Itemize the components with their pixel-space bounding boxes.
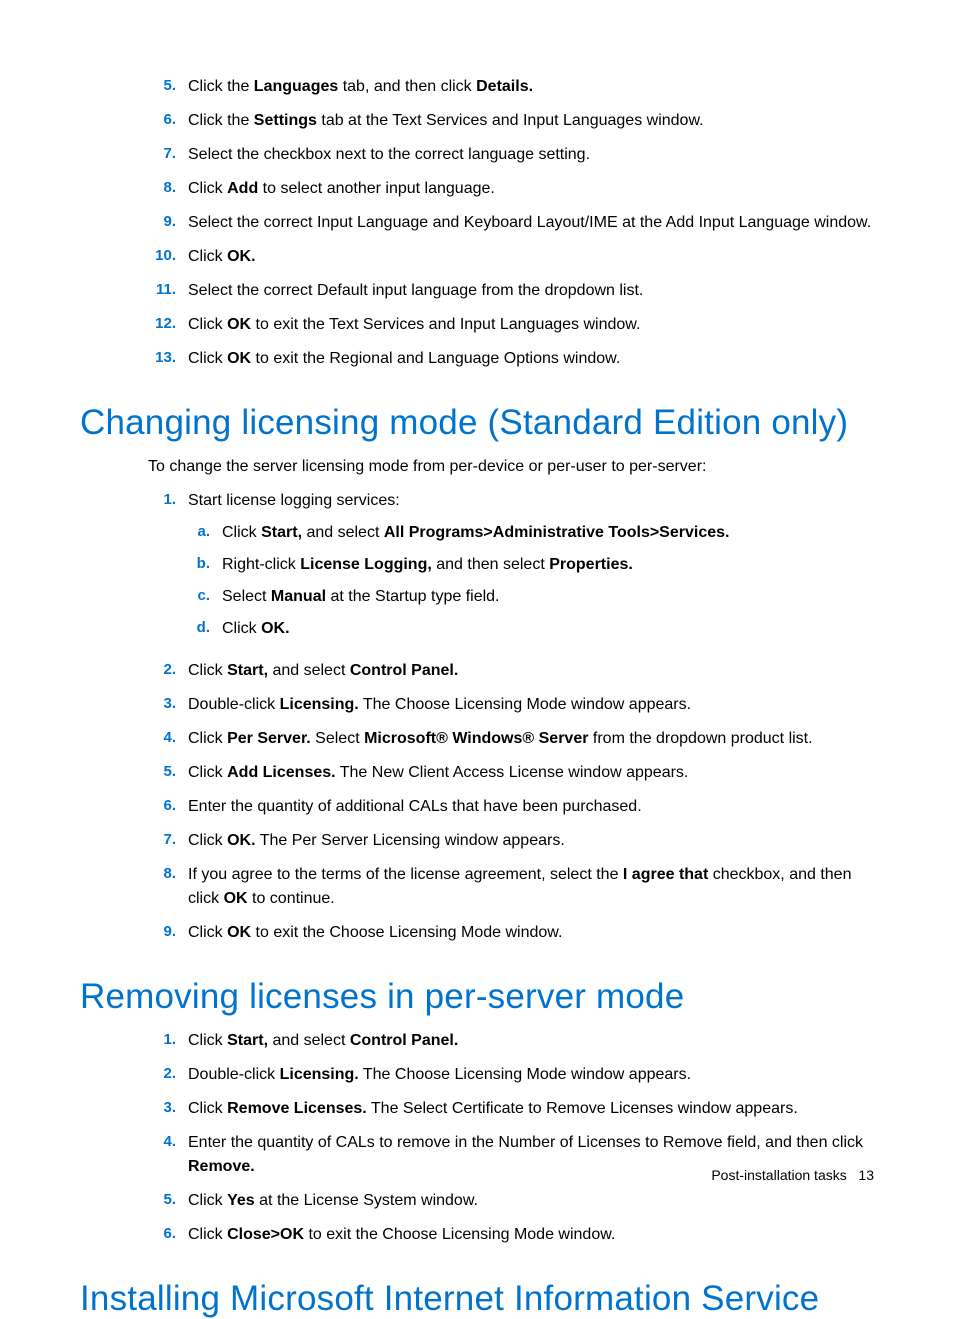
list-marker: 6.	[148, 109, 176, 132]
list-marker: b.	[188, 553, 210, 576]
list-item-text: Click Per Server. Select Microsoft® Wind…	[188, 730, 813, 747]
list-item-text: Click OK to exit the Regional and Langua…	[188, 350, 620, 367]
list-item: 3. Double-click Licensing. The Choose Lic…	[148, 693, 874, 727]
list-item-text: Double-click Licensing. The Choose Licen…	[188, 696, 691, 713]
list-marker: 1.	[148, 489, 176, 512]
list-marker: 7.	[148, 829, 176, 852]
list-item-text: Start license logging services:	[188, 492, 400, 509]
list-marker: 3.	[148, 693, 176, 716]
list-item: 6.Click Close>OK to exit the Choose Lice…	[148, 1223, 874, 1257]
list-marker: 8.	[148, 177, 176, 200]
list-marker: 6.	[148, 795, 176, 818]
list-item-text: If you agree to the terms of the license…	[188, 866, 851, 907]
list-item-text: Click OK.	[222, 620, 290, 637]
list-item-text: Click Remove Licenses. The Select Certif…	[188, 1100, 798, 1117]
list-marker: 12.	[148, 313, 176, 336]
sub-step-list: a. Click Start, and select All Programs>A…	[188, 521, 874, 649]
list-item: 1. Start license logging services: a. Click…	[148, 489, 874, 659]
list-item: 9. Click OK to exit the Choose Licensing …	[148, 921, 874, 955]
list-item: a. Click Start, and select All Programs>A…	[188, 521, 874, 553]
list-marker: 5.	[148, 1189, 176, 1212]
heading-removing-licenses: Removing licenses in per-server mode	[80, 977, 874, 1017]
list-item: 5. Click the Languages tab, and then clic…	[148, 75, 874, 109]
list-marker: 4.	[148, 727, 176, 750]
list-marker: a.	[188, 521, 210, 544]
list-item: 10. Click OK.	[148, 245, 874, 279]
list-marker: 6.	[148, 1223, 176, 1246]
list-item-text: Click Add to select another input langua…	[188, 180, 495, 197]
list-item-text: Click Start, and select Control Panel.	[188, 1032, 458, 1049]
list-item: 13. Click OK to exit the Regional and Lan…	[148, 347, 874, 381]
list-item: 6. Click the Settings tab at the Text Ser…	[148, 109, 874, 143]
list-marker: 10.	[148, 245, 176, 268]
list-item-text: Select the checkbox next to the correct …	[188, 146, 590, 163]
list-marker: c.	[188, 585, 210, 608]
list-item-text: Select the correct Input Language and Ke…	[188, 214, 871, 231]
list-item: c. Select Manual at the Startup type fiel…	[188, 585, 874, 617]
list-item: 3. Click Remove Licenses. The Select Cert…	[148, 1097, 874, 1131]
list-marker: 11.	[148, 279, 176, 302]
list-item: b. Right-click License Logging, and then …	[188, 553, 874, 585]
list-item: 5. Click Yes at the License System window…	[148, 1189, 874, 1223]
list-marker: 7.	[148, 143, 176, 166]
list-item-text: Click OK to exit the Choose Licensing Mo…	[188, 924, 562, 941]
footer-page-number: 13	[858, 1167, 874, 1183]
list-item-text: Double-click Licensing. The Choose Licen…	[188, 1066, 691, 1083]
list-marker: 5.	[148, 761, 176, 784]
list-item: 12. Click OK to exit the Text Services an…	[148, 313, 874, 347]
heading-changing-licensing: Changing licensing mode (Standard Editio…	[80, 403, 874, 443]
list-item-text: Click Start, and select Control Panel.	[188, 662, 458, 679]
list-item-text: Click the Languages tab, and then click …	[188, 78, 533, 95]
list-marker: 2.	[148, 659, 176, 682]
list-item: 7. Click OK. The Per Server Licensing win…	[148, 829, 874, 863]
list-item-text: Right-click License Logging, and then se…	[222, 556, 633, 573]
list-item: 8. If you agree to the terms of the licen…	[148, 863, 874, 921]
document-page: 5. Click the Languages tab, and then clic…	[0, 0, 954, 1235]
footer-label: Post-installation tasks	[711, 1167, 846, 1183]
list-item: 5. Click Add Licenses. The New Client Acc…	[148, 761, 874, 795]
list-item: 7. Select the checkbox next to the correc…	[148, 143, 874, 177]
list-marker: 9.	[148, 921, 176, 944]
list-item-text: Click Start, and select All Programs>Adm…	[222, 524, 729, 541]
intro-text: To change the server licensing mode from…	[148, 455, 874, 479]
list-marker: 2.	[148, 1063, 176, 1086]
list-item-text: Click OK to exit the Text Services and I…	[188, 316, 640, 333]
step-list-3: 1. Click Start, and select Control Panel.…	[148, 1029, 874, 1257]
list-marker: 13.	[148, 347, 176, 370]
list-item: d. Click OK.	[188, 617, 874, 649]
list-item-text: Select Manual at the Startup type field.	[222, 588, 499, 605]
list-item-text: Click Yes at the License System window.	[188, 1192, 478, 1209]
list-marker: 3.	[148, 1097, 176, 1120]
list-item-text: Click Add Licenses. The New Client Acces…	[188, 764, 688, 781]
list-marker: d.	[188, 617, 210, 640]
list-item-text: Click OK. The Per Server Licensing windo…	[188, 832, 565, 849]
list-item-text: Click OK.	[188, 248, 256, 265]
list-item: 2. Double-click Licensing. The Choose Lic…	[148, 1063, 874, 1097]
list-item: 4. Click Per Server. Select Microsoft® Wi…	[148, 727, 874, 761]
list-item: 6. Enter the quantity of additional CALs …	[148, 795, 874, 829]
list-item-text: Select the correct Default input languag…	[188, 282, 643, 299]
list-item: 11. Select the correct Default input lang…	[148, 279, 874, 313]
step-list-2: 1. Start license logging services: a. Click…	[148, 489, 874, 955]
list-item-text: Enter the quantity of additional CALs th…	[188, 798, 642, 815]
list-marker: 9.	[148, 211, 176, 234]
list-item-text: Click the Settings tab at the Text Servi…	[188, 112, 704, 129]
step-list-1: 5. Click the Languages tab, and then clic…	[148, 75, 874, 381]
list-item: 1. Click Start, and select Control Panel.	[148, 1029, 874, 1063]
heading-installing-iis: Installing Microsoft Internet Informatio…	[80, 1279, 874, 1319]
list-item: 8. Click Add to select another input lang…	[148, 177, 874, 211]
list-marker: 1.	[148, 1029, 176, 1052]
list-marker: 8.	[148, 863, 176, 886]
list-marker: 4.	[148, 1131, 176, 1154]
list-item: 9. Select the correct Input Language and …	[148, 211, 874, 245]
list-item: 2. Click Start, and select Control Panel.	[148, 659, 874, 693]
list-marker: 5.	[148, 75, 176, 98]
page-footer: Post-installation tasks 13	[711, 1167, 874, 1183]
